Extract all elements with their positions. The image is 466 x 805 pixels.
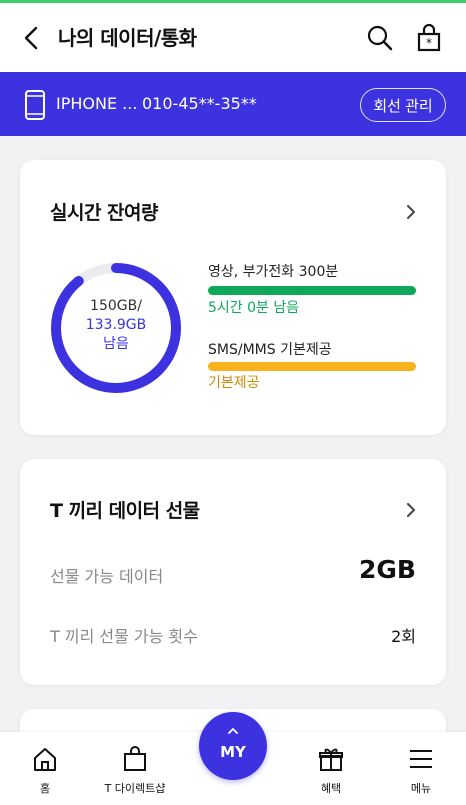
usage-item-status: 기본제공 — [208, 375, 260, 391]
realtime-remaining-card[interactable]: 실시간 잔여량 150GB/ 133.9GB 남음 영상, 부가전화 300분 … — [20, 160, 446, 435]
home-icon — [34, 748, 56, 771]
donut-remaining: 133.9GB — [85, 317, 147, 333]
line-device-name: IPHONE ... — [56, 94, 138, 113]
line-info-bar: IPHONE ... 010-45**-35** 회선 관리 — [0, 72, 466, 136]
svg-text:*: * — [426, 36, 432, 50]
donut-total: 150GB/ — [90, 298, 142, 314]
gift-available-data-label: 선물 가능 데이터 — [50, 567, 164, 586]
realtime-card-title: 실시간 잔여량 — [50, 202, 159, 224]
usage-item-status: 5시간 0분 남음 — [208, 300, 300, 316]
usage-progress-bar — [208, 286, 416, 295]
line-manage-button[interactable]: 회선 관리 — [360, 88, 446, 122]
data-gift-card[interactable]: T 끼리 데이터 선물 선물 가능 데이터 2GB T 끼리 선물 가능 횟수 … — [20, 459, 446, 685]
page-title: 나의 데이터/통화 — [58, 26, 197, 50]
shopping-bag-icon — [124, 746, 146, 771]
nav-home[interactable]: 홈 — [0, 732, 90, 805]
nav-benefits-label: 혜택 — [320, 782, 342, 795]
gift-count-value: 2회 — [391, 627, 416, 646]
usage-item-label: 영상, 부가전화 300분 — [208, 264, 339, 280]
nav-menu-label: 메뉴 — [410, 782, 432, 795]
chevron-right-icon[interactable] — [404, 203, 418, 221]
line-phone-number: 010-45**-35** — [142, 94, 257, 113]
chevron-up-icon — [228, 727, 238, 734]
phone-icon — [25, 90, 45, 120]
my-label: MY — [220, 743, 246, 761]
my-floating-button[interactable]: MY — [199, 712, 267, 780]
nav-menu[interactable]: 메뉴 — [376, 732, 466, 805]
app-header: 나의 데이터/통화 * — [0, 3, 466, 72]
back-arrow-icon[interactable] — [20, 25, 44, 51]
nav-home-label: 홈 — [39, 782, 51, 795]
search-icon[interactable] — [366, 24, 394, 52]
gift-count-label: T 끼리 선물 가능 횟수 — [50, 627, 198, 646]
gift-card-title: T 끼리 데이터 선물 — [50, 500, 200, 522]
nav-benefits[interactable]: 혜택 — [286, 732, 376, 805]
donut-center-text: 150GB/ 133.9GB 남음 — [48, 297, 184, 354]
hamburger-menu-icon — [410, 750, 432, 768]
donut-suffix: 남음 — [103, 336, 129, 352]
nav-shop-label: T 다이렉트샵 — [104, 782, 166, 795]
usage-item-label: SMS/MMS 기본제공 — [208, 342, 332, 358]
gift-icon — [319, 748, 343, 771]
nav-direct-shop[interactable]: T 다이렉트샵 — [90, 732, 180, 805]
gift-available-data-value: 2GB — [359, 555, 416, 584]
shopping-lock-icon[interactable]: * — [416, 23, 442, 53]
usage-progress-bar — [208, 362, 416, 371]
chevron-right-icon[interactable] — [404, 501, 418, 519]
